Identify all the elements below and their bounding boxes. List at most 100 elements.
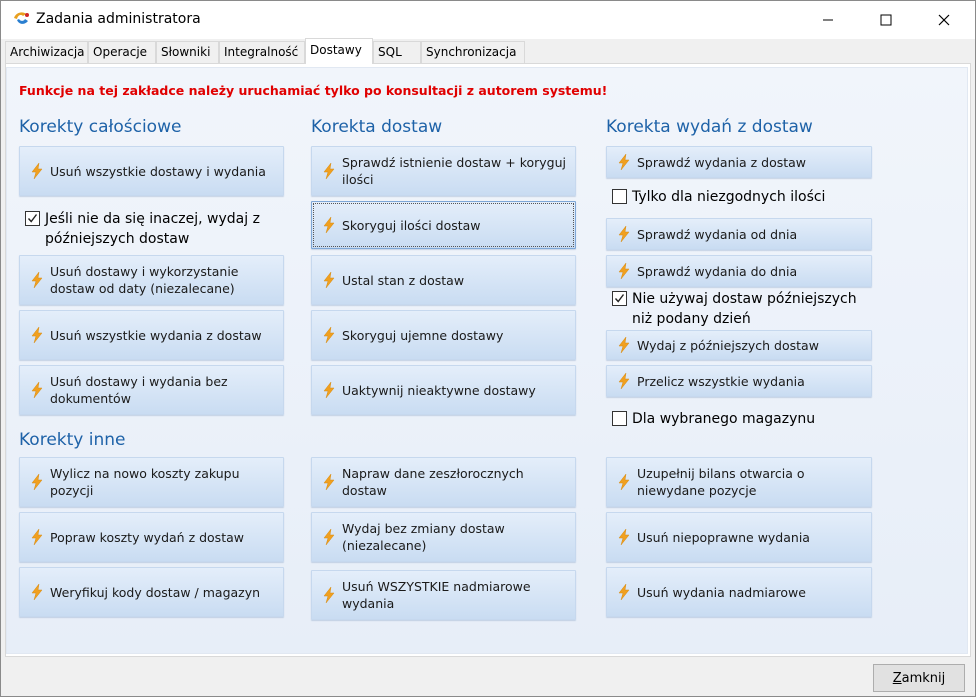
- app-logo-icon: [14, 12, 29, 24]
- fix-last-year-deliveries-button[interactable]: Napraw dane zeszłorocznych dostaw: [311, 457, 576, 507]
- minimize-button[interactable]: [805, 1, 851, 39]
- tab-dostawy[interactable]: Dostawy: [305, 38, 373, 64]
- button-label: Weryfikuj kody dostaw / magazyn: [50, 584, 261, 600]
- checkbox-selected-warehouse[interactable]: Dla wybranego magazynu: [612, 409, 872, 429]
- lightning-icon: [323, 587, 335, 603]
- checkbox-issue-from-later[interactable]: Jeśli nie da się inaczej, wydaj z późnie…: [25, 209, 285, 249]
- lightning-icon: [31, 327, 43, 343]
- button-label: Skoryguj ujemne dostawy: [342, 327, 504, 343]
- tab-operacje[interactable]: Operacje: [88, 41, 156, 63]
- lightning-icon: [323, 217, 335, 233]
- group-title-korekta-dostaw: Korekta dostaw: [311, 117, 443, 137]
- close-icon: [938, 14, 950, 26]
- checkbox-box[interactable]: [25, 211, 40, 226]
- tab-strip: Archiwizacja Operacje Słowniki Integraln…: [5, 38, 971, 64]
- title-bar: Zadania administratora: [1, 1, 975, 39]
- delete-excess-issues-button[interactable]: Usuń wydania nadmiarowe: [606, 567, 872, 617]
- recalculate-all-issues-button[interactable]: Przelicz wszystkie wydania: [606, 365, 872, 397]
- fix-issue-costs-button[interactable]: Popraw koszty wydań z dostaw: [19, 512, 284, 562]
- button-label: Uzupełnij bilans otwarcia o niewydane po…: [637, 466, 805, 498]
- button-label: Ustal stan z dostaw: [342, 272, 465, 288]
- lightning-icon: [31, 163, 43, 179]
- delete-all-excess-issues-button[interactable]: Usuń WSZYSTKIE nadmiarowe wydania: [311, 570, 576, 620]
- check-issues-button[interactable]: Sprawdź wydania z dostaw: [606, 146, 872, 178]
- recalculate-purchase-costs-button[interactable]: Wylicz na nowo koszty zakupu pozycji: [19, 457, 284, 507]
- checkmark-icon: [27, 214, 38, 223]
- tab-sql[interactable]: SQL: [373, 41, 421, 63]
- delete-deliveries-from-date-button[interactable]: Usuń dostawy i wykorzystanie dostaw od d…: [19, 255, 284, 305]
- button-label: Wydaj z późniejszych dostaw: [637, 337, 819, 353]
- group-title-korekta-wydan: Korekta wydań z dostaw: [606, 117, 813, 137]
- button-label: Usuń wszystkie dostawy i wydania: [50, 163, 266, 179]
- tab-slowniki[interactable]: Słowniki: [156, 41, 219, 63]
- checkbox-label: Nie używaj dostaw późniejszych niż podan…: [632, 291, 857, 327]
- button-label: Usuń dostawy i wykorzystanie dostaw od d…: [50, 264, 239, 296]
- delete-without-documents-button[interactable]: Usuń dostawy i wydania bez dokumentów: [19, 365, 284, 415]
- button-label: Usuń dostawy i wydania bez dokumentów: [50, 374, 228, 406]
- button-label: Usuń wszystkie wydania z dostaw: [50, 327, 262, 343]
- check-issues-to-day-button[interactable]: Sprawdź wydania do dnia: [606, 255, 872, 287]
- button-label: Sprawdź wydania od dnia: [637, 226, 798, 242]
- minimize-icon: [823, 19, 833, 21]
- lightning-icon: [323, 474, 335, 490]
- button-label: Sprawdź istnienie dostaw + koryguj ilośc…: [342, 155, 566, 187]
- activate-inactive-deliveries-button[interactable]: Uaktywnij nieaktywne dostawy: [311, 365, 576, 415]
- tab-archiwizacja[interactable]: Archiwizacja: [5, 41, 88, 63]
- checkbox-label: Tylko dla niezgodnych ilości: [632, 189, 826, 205]
- delete-all-issues-button[interactable]: Usuń wszystkie wydania z dostaw: [19, 310, 284, 360]
- lightning-icon: [323, 529, 335, 545]
- group-title-korekty-inne: Korekty inne: [19, 430, 126, 450]
- close-button-accelerator: Z: [892, 670, 902, 686]
- lightning-icon: [323, 382, 335, 398]
- button-label: Uaktywnij nieaktywne dostawy: [342, 382, 536, 398]
- checkbox-box[interactable]: [612, 291, 627, 306]
- maximize-button[interactable]: [863, 1, 909, 39]
- lightning-icon: [618, 263, 630, 279]
- checkbox-no-later-deliveries[interactable]: Nie używaj dostaw późniejszych niż podan…: [612, 289, 874, 329]
- warning-message: Funkcje na tej zakładce należy uruchamia…: [19, 83, 608, 98]
- checkbox-box[interactable]: [612, 411, 627, 426]
- correct-negative-deliveries-button[interactable]: Skoryguj ujemne dostawy: [311, 310, 576, 360]
- lightning-icon: [323, 163, 335, 179]
- lightning-icon: [618, 584, 630, 600]
- delete-all-deliveries-button[interactable]: Usuń wszystkie dostawy i wydania: [19, 146, 284, 196]
- lightning-icon: [31, 474, 43, 490]
- button-label: Napraw dane zeszłorocznych dostaw: [342, 466, 524, 498]
- lightning-icon: [618, 529, 630, 545]
- fill-opening-balance-button[interactable]: Uzupełnij bilans otwarcia o niewydane po…: [606, 457, 872, 507]
- check-issues-from-day-button[interactable]: Sprawdź wydania od dnia: [606, 218, 872, 250]
- lightning-icon: [31, 382, 43, 398]
- set-stock-from-deliveries-button[interactable]: Ustal stan z dostaw: [311, 255, 576, 305]
- close-button-label: amknij: [901, 670, 946, 686]
- tab-integralnosc[interactable]: Integralność: [219, 41, 305, 63]
- check-deliveries-button[interactable]: Sprawdź istnienie dostaw + koryguj ilośc…: [311, 146, 576, 196]
- checkbox-label: Jeśli nie da się inaczej, wydaj z późnie…: [45, 211, 260, 247]
- tab-synchronizacja[interactable]: Synchronizacja: [421, 41, 525, 63]
- checkmark-icon: [614, 294, 625, 303]
- checkbox-only-mismatched[interactable]: Tylko dla niezgodnych ilości: [612, 187, 872, 207]
- delete-invalid-issues-button[interactable]: Usuń niepoprawne wydania: [606, 512, 872, 562]
- verify-delivery-codes-button[interactable]: Weryfikuj kody dostaw / magazyn: [19, 567, 284, 617]
- button-label: Sprawdź wydania z dostaw: [637, 154, 807, 170]
- group-title-korekty-calosciowe: Korekty całościowe: [19, 117, 182, 137]
- button-label: Przelicz wszystkie wydania: [637, 373, 805, 389]
- lightning-icon: [31, 584, 43, 600]
- admin-tasks-window: Zadania administratora Archiwizacja Oper…: [0, 0, 976, 697]
- close-window-button[interactable]: [921, 1, 967, 39]
- lightning-icon: [618, 474, 630, 490]
- issue-from-later-deliveries-button[interactable]: Wydaj z późniejszych dostaw: [606, 330, 872, 360]
- correct-delivery-quantities-button[interactable]: Skoryguj ilości dostaw: [311, 201, 576, 249]
- button-label: Usuń WSZYSTKIE nadmiarowe wydania: [342, 579, 531, 611]
- lightning-icon: [618, 154, 630, 170]
- button-label: Wydaj bez zmiany dostaw (niezalecane): [342, 521, 505, 553]
- checkbox-box[interactable]: [612, 189, 627, 204]
- lightning-icon: [618, 337, 630, 353]
- lightning-icon: [618, 226, 630, 242]
- lightning-icon: [323, 327, 335, 343]
- issue-without-delivery-change-button[interactable]: Wydaj bez zmiany dostaw (niezalecane): [311, 512, 576, 562]
- maximize-icon: [880, 14, 892, 26]
- lightning-icon: [323, 272, 335, 288]
- close-button[interactable]: Zamknij: [873, 664, 965, 692]
- button-label: Sprawdź wydania do dnia: [637, 263, 798, 279]
- button-label: Usuń niepoprawne wydania: [637, 529, 810, 545]
